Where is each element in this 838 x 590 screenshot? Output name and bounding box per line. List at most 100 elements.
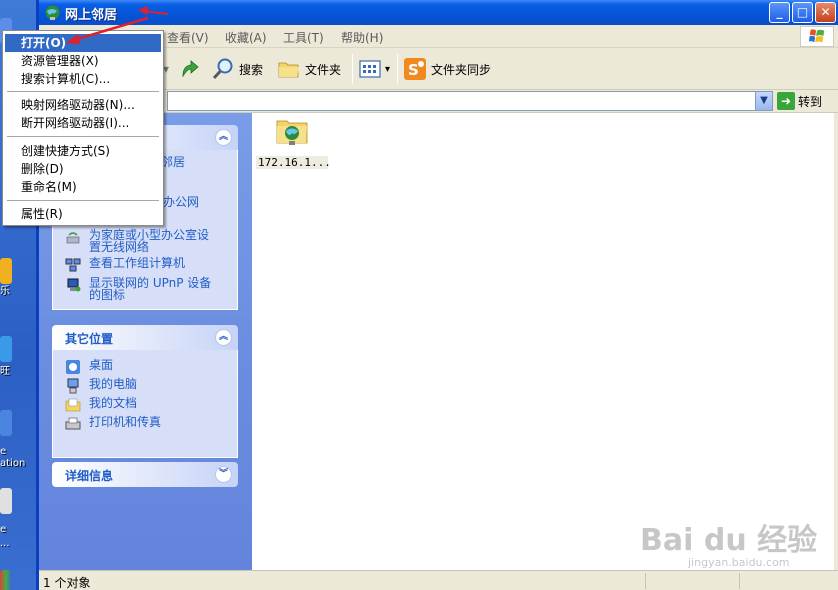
- address-dropdown-icon[interactable]: ▼: [755, 92, 772, 110]
- wireless-setup-icon: [66, 232, 80, 244]
- view-grid-icon: [359, 60, 381, 78]
- status-object-count: 1 个对象: [43, 576, 91, 590]
- view-dropdown-arrow: ▾: [385, 63, 391, 75]
- folders-button[interactable]: 文件夹: [277, 57, 341, 81]
- desktop-label: e: [0, 446, 7, 457]
- folder-icon: [278, 62, 299, 78]
- desktop-icon[interactable]: [0, 410, 12, 436]
- other-places-header[interactable]: 其它位置 ︽: [52, 325, 238, 350]
- workgroup-computers-icon: [65, 258, 81, 272]
- network-places-icon: [45, 5, 60, 20]
- desktop-label: ation: [0, 458, 26, 469]
- upnp-device-icon: [67, 278, 81, 292]
- minimize-button[interactable]: _: [769, 2, 790, 23]
- place-desktop[interactable]: 桌面: [53, 359, 237, 375]
- desktop-icon[interactable]: [0, 258, 12, 284]
- close-button[interactable]: ✕: [815, 2, 836, 23]
- ctx-explorer[interactable]: 资源管理器(X): [5, 52, 161, 70]
- desktop-icon[interactable]: [0, 570, 12, 590]
- watermark-url: jingyan.baidu.com: [688, 556, 790, 569]
- menu-view[interactable]: 查看(V): [167, 29, 209, 46]
- collapse-chevron-icon[interactable]: ︽: [215, 329, 232, 346]
- window-title: 网上邻居: [65, 8, 118, 23]
- expand-chevron-icon[interactable]: ︾: [215, 466, 232, 483]
- menu-tools[interactable]: 工具(T): [283, 29, 324, 46]
- context-menu: 打开(O) 资源管理器(X) 搜索计算机(C)... 映射网络驱动器(N)...…: [2, 30, 164, 226]
- desktop-icon[interactable]: [0, 488, 12, 514]
- place-my-computer[interactable]: 我的电脑: [53, 378, 237, 394]
- other-places-body: 桌面 我的电脑 我的文档 打印机和传真: [52, 350, 238, 458]
- search-button[interactable]: 搜索: [211, 57, 263, 81]
- task-workgroup-label: 查看工作组计算机: [89, 256, 186, 270]
- ctx-search-computers[interactable]: 搜索计算机(C)...: [5, 70, 161, 88]
- details-header[interactable]: 详细信息 ︾: [52, 462, 238, 487]
- printer-icon: [65, 417, 81, 430]
- place-my-documents-label: 我的文档: [89, 396, 138, 410]
- network-folder-icon: [276, 120, 308, 145]
- address-input[interactable]: ▼: [167, 91, 773, 111]
- desktop-label: 旺: [0, 366, 10, 377]
- ctx-rename[interactable]: 重命名(M): [5, 178, 161, 196]
- desktop-label: 乐: [0, 286, 10, 297]
- sync-app-icon: S: [404, 58, 426, 80]
- search-label: 搜索: [239, 62, 264, 77]
- place-printers-label: 打印机和传真: [89, 415, 162, 429]
- view-menu-button[interactable]: ▾: [359, 57, 390, 81]
- task-partial-neighbors[interactable]: 邻居: [161, 156, 185, 168]
- watermark-logo: Bai du 经验: [640, 523, 818, 558]
- maximize-button[interactable]: □: [792, 2, 813, 23]
- desktop-icon[interactable]: [0, 336, 12, 362]
- place-my-computer-label: 我的电脑: [89, 377, 138, 391]
- place-my-documents[interactable]: 我的文档: [53, 397, 237, 413]
- my-computer-icon: [67, 378, 79, 394]
- folder-sync-label: 文件夹同步: [431, 62, 492, 77]
- ctx-create-shortcut[interactable]: 创建快捷方式(S): [5, 142, 161, 160]
- search-icon: [212, 58, 233, 80]
- folder-sync-button[interactable]: S 文件夹同步: [403, 57, 491, 81]
- status-divider: [645, 573, 646, 589]
- task-upnp-label: 显示联网的 UPnP 设备的图标: [89, 276, 212, 302]
- details-title: 详细信息: [65, 469, 114, 483]
- go-arrow-icon: ➜: [777, 92, 795, 110]
- task-wireless[interactable]: 为家庭或小型办公室设置无线网络: [53, 229, 211, 253]
- my-documents-icon: [65, 398, 81, 412]
- toolbar-separator: [352, 54, 353, 84]
- ctx-properties[interactable]: 属性(R): [5, 205, 161, 223]
- ctx-separator: [7, 91, 159, 92]
- task-workgroup[interactable]: 查看工作组计算机: [53, 257, 185, 273]
- up-arrow-icon: [182, 60, 199, 78]
- right-border: [834, 113, 838, 570]
- place-desktop-label: 桌面: [89, 358, 114, 372]
- toolbar-separator: [397, 54, 398, 84]
- collapse-chevron-icon[interactable]: ︽: [215, 129, 232, 146]
- place-printers[interactable]: 打印机和传真: [53, 416, 237, 432]
- details-panel: 详细信息 ︾: [52, 462, 238, 487]
- desktop-label: ...: [0, 538, 10, 549]
- network-share-label: 172.16.1...: [256, 156, 331, 169]
- other-places-panel: 其它位置 ︽ 桌面 我的电脑 我的文档 打印机和传真: [52, 325, 238, 458]
- desktop-label: e: [0, 524, 7, 535]
- ctx-separator: [7, 136, 159, 137]
- status-divider: [739, 573, 740, 589]
- file-list-area[interactable]: 172.16.1...: [252, 113, 837, 570]
- windows-logo-icon: [800, 26, 834, 47]
- task-wireless-label: 为家庭或小型办公室设置无线网络: [89, 228, 210, 254]
- go-button[interactable]: ➜ 转到: [777, 91, 822, 111]
- network-share-item[interactable]: 172.16.1...: [256, 117, 331, 169]
- ctx-delete[interactable]: 删除(D): [5, 160, 161, 178]
- menu-favorites[interactable]: 收藏(A): [225, 29, 267, 46]
- go-label: 转到: [798, 94, 823, 109]
- other-places-title: 其它位置: [65, 332, 114, 346]
- task-upnp[interactable]: 显示联网的 UPnP 设备的图标: [53, 277, 215, 301]
- menu-help[interactable]: 帮助(H): [341, 29, 383, 46]
- svg-text:S: S: [408, 61, 419, 79]
- ctx-separator: [7, 200, 159, 201]
- title-bar[interactable]: 网上邻居 _ □ ✕: [39, 0, 838, 25]
- ctx-open[interactable]: 打开(O): [5, 34, 161, 52]
- ctx-map-drive[interactable]: 映射网络驱动器(N)...: [5, 96, 161, 114]
- desktop-icon: [66, 360, 80, 374]
- ctx-disconnect-drive[interactable]: 断开网络驱动器(I)...: [5, 114, 161, 132]
- up-folder-button[interactable]: [179, 57, 201, 81]
- status-bar: 1 个对象: [39, 570, 838, 590]
- folders-label: 文件夹: [305, 62, 342, 77]
